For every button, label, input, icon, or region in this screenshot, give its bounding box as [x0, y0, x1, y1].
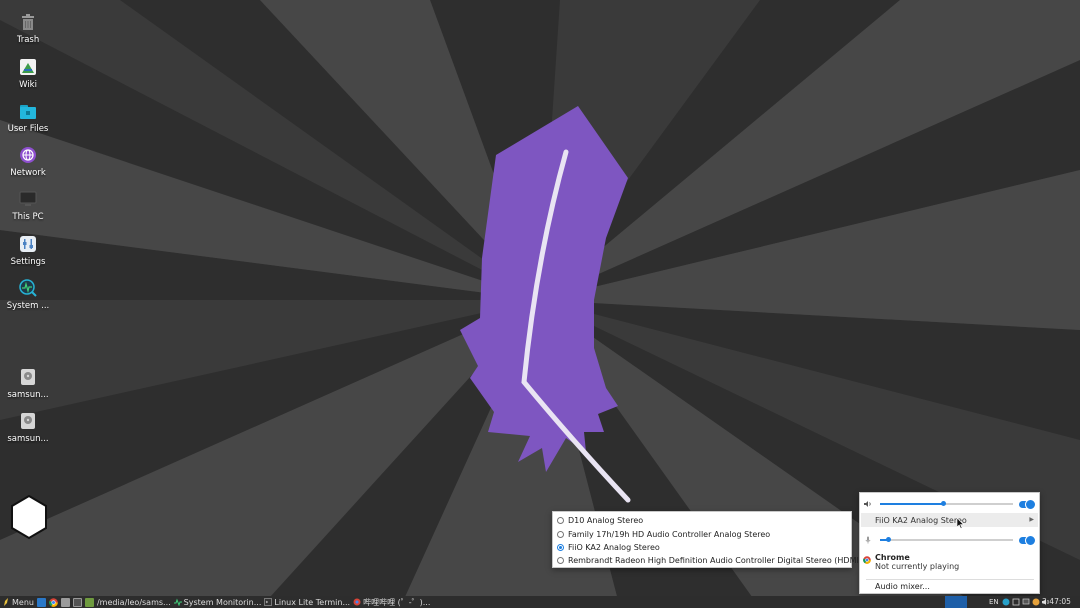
- menu-button[interactable]: Menu: [0, 598, 34, 607]
- workspace-indicator[interactable]: [945, 596, 967, 608]
- device-option-family-hd-audio[interactable]: Family 17h/19h HD Audio Controller Analo…: [553, 527, 851, 540]
- device-option-label: FiiO KA2 Analog Stereo: [568, 542, 660, 552]
- chevron-right-icon: ▶: [1029, 516, 1034, 523]
- feather-logo-icon: [4, 598, 8, 606]
- task-label: Linux Lite Termin...: [274, 597, 351, 607]
- task-label: /media/leo/sams...: [96, 597, 171, 607]
- task-label: 哔哩哔哩 (゜-゜)...: [363, 597, 431, 607]
- desktop-icon-label: User Files: [7, 124, 49, 134]
- device-option-fiio-ka2[interactable]: FiiO KA2 Analog Stereo: [553, 541, 851, 554]
- media-player-item[interactable]: Chrome Not currently playing: [863, 553, 959, 571]
- audio-mixer-button[interactable]: Audio mixer...: [875, 582, 930, 591]
- chrome-icon: [863, 556, 871, 564]
- network-icon: [20, 147, 36, 163]
- system-monitor-icon: [19, 279, 37, 297]
- input-volume-row: [860, 533, 1041, 547]
- device-option-rembrandt-hdmi[interactable]: Rembrandt Radeon High Definition Audio C…: [553, 554, 870, 567]
- input-mute-toggle[interactable]: [1019, 535, 1036, 546]
- system-monitor-icon: [173, 598, 182, 606]
- taskbar-task-terminal[interactable]: Linux Lite Termin...: [264, 598, 350, 607]
- desktop-icon-label: Wiki: [19, 80, 37, 90]
- player-name: Chrome: [875, 553, 910, 562]
- desktop-icon-label: samsun...: [7, 434, 49, 444]
- volume-slider-handle[interactable]: [886, 537, 891, 542]
- taskbar-task-browser[interactable]: 哔哩哔哩 (゜-゜)...: [353, 597, 430, 608]
- taskbar-task-files[interactable]: /media/leo/sams...: [97, 598, 171, 607]
- terminal-icon: [264, 598, 273, 606]
- desktop-icon-label: Settings: [10, 257, 46, 267]
- drive-icon: [21, 413, 35, 429]
- desktop-icon-label: Network: [10, 168, 46, 178]
- output-device-label: FiiO KA2 Analog Stereo: [875, 515, 967, 525]
- update-icon[interactable]: [1002, 598, 1010, 606]
- output-volume-slider[interactable]: [880, 501, 1013, 506]
- app-tray-icon[interactable]: [1032, 598, 1040, 606]
- desktop-icon-drive-1[interactable]: samsun...: [4, 367, 52, 400]
- hexagon-widget-icon[interactable]: [10, 494, 48, 540]
- output-device-list: D10 Analog Stereo Family 17h/19h HD Audi…: [552, 511, 870, 568]
- settings-icon: [20, 236, 36, 252]
- desktop-icon-drive-2[interactable]: samsun...: [4, 411, 52, 444]
- output-device-selector[interactable]: FiiO KA2 Analog Stereo ▶: [861, 513, 1038, 527]
- desktop-icon-settings[interactable]: Settings: [4, 234, 52, 267]
- device-option-label: D10 Analog Stereo: [568, 516, 644, 526]
- volume-slider-handle[interactable]: [941, 501, 946, 506]
- sound-applet-popup: FiiO KA2 Analog Stereo ▶ Chrome Not curr…: [859, 492, 1040, 594]
- chrome-launcher-icon[interactable]: [49, 597, 58, 607]
- keyboard-layout[interactable]: EN: [989, 598, 999, 606]
- device-option-label: Family 17h/19h HD Audio Controller Analo…: [568, 529, 771, 539]
- desktop-icon-label: This PC: [12, 212, 44, 222]
- desktop-icon-user-files[interactable]: User Files: [4, 101, 52, 134]
- desktop-icon-wiki[interactable]: Wiki: [4, 57, 52, 90]
- desktop-icon-system-monitor[interactable]: System ...: [4, 278, 52, 311]
- drive-icon: [21, 369, 35, 385]
- desktop-icon-label: samsun...: [7, 390, 49, 400]
- radio-button[interactable]: [557, 530, 564, 538]
- menu-label: Menu: [12, 597, 34, 607]
- divider: [866, 579, 1034, 580]
- taskbar-task-system-monitor[interactable]: System Monitorin...: [173, 597, 262, 607]
- mouse-cursor-icon: [957, 518, 965, 529]
- desktop-icon-label: Trash: [16, 35, 40, 45]
- player-status: Not currently playing: [875, 562, 960, 571]
- radio-button[interactable]: [557, 557, 564, 565]
- file-manager-launcher-icon[interactable]: [60, 597, 70, 607]
- terminal-launcher-icon[interactable]: [72, 597, 82, 607]
- task-label: System Monitorin...: [183, 597, 262, 607]
- radio-button-selected[interactable]: [557, 543, 564, 551]
- wiki-icon: [20, 59, 36, 75]
- desktop-icon-network[interactable]: Network: [4, 145, 52, 178]
- volume-slider-fill: [880, 503, 943, 505]
- show-desktop-icon[interactable]: [36, 597, 46, 607]
- browser-icon: [353, 598, 361, 606]
- output-mute-toggle[interactable]: [1019, 499, 1036, 510]
- computer-icon: [19, 191, 37, 206]
- microphone-icon: [865, 536, 871, 544]
- desktop-icon-this-pc[interactable]: This PC: [4, 189, 52, 222]
- output-volume-row: [860, 497, 1041, 511]
- desktop-icon-trash[interactable]: Trash: [4, 12, 52, 45]
- radio-button[interactable]: [557, 517, 564, 525]
- network-tray-icon[interactable]: [1022, 598, 1030, 606]
- input-volume-slider[interactable]: [880, 537, 1013, 542]
- speaker-icon: [864, 501, 871, 507]
- folder-icon: [20, 105, 36, 119]
- taskbar: Menu /media/leo/sams... System Monitorin…: [0, 596, 1080, 608]
- app-launcher-icon[interactable]: [84, 597, 94, 607]
- device-option-label: Rembrandt Radeon High Definition Audio C…: [568, 556, 870, 566]
- taskbar-clock[interactable]: 3:47:05 pm: [1042, 596, 1080, 608]
- clipboard-icon[interactable]: [1012, 598, 1020, 606]
- device-option-d10[interactable]: D10 Analog Stereo: [553, 514, 851, 527]
- desktop-icon-label: System ...: [6, 301, 50, 311]
- trash-icon: [22, 14, 34, 30]
